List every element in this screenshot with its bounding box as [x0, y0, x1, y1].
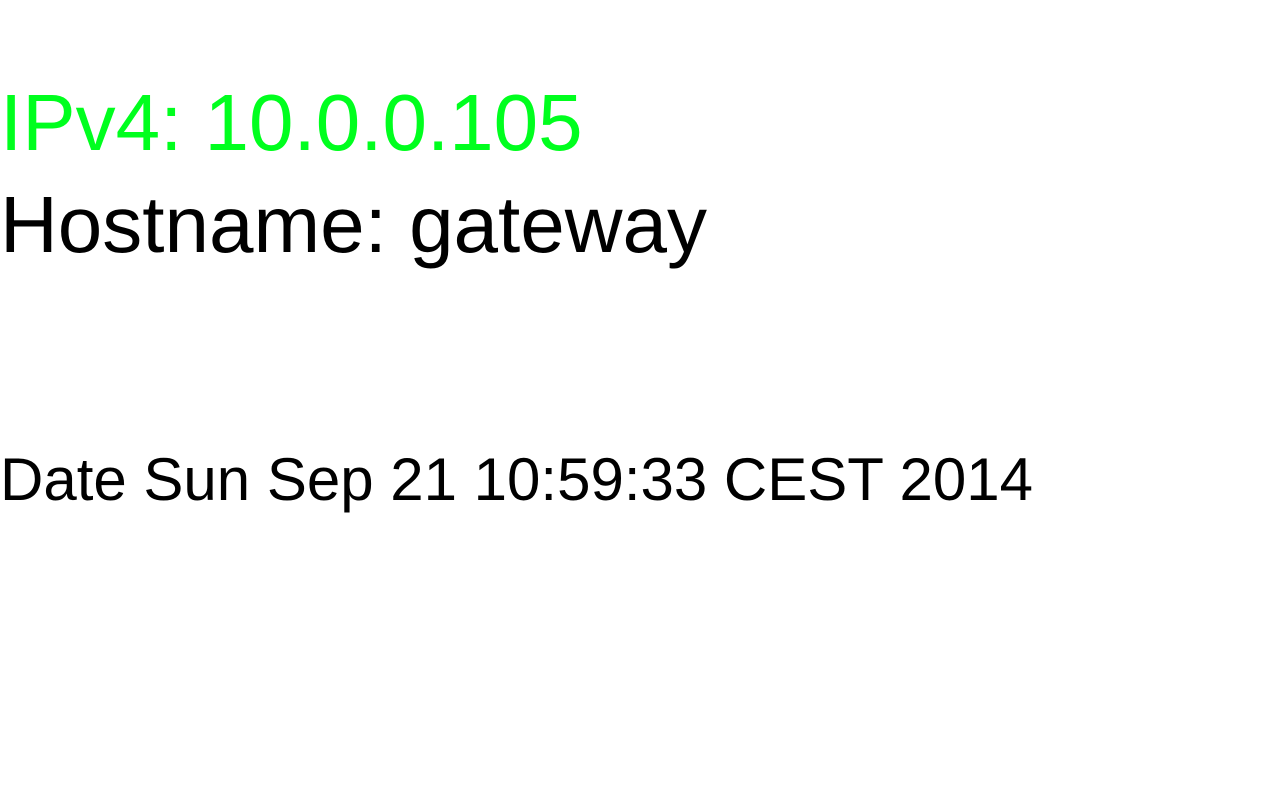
date-time: Date Sun Sep 21 10:59:33 CEST 2014 — [0, 446, 1033, 513]
ipv4-address: IPv4: 10.0.0.105 — [0, 78, 583, 167]
hostname: Hostname: gateway — [0, 180, 708, 269]
status-screen: IPv4: 10.0.0.105 Hostname: gateway Date … — [0, 0, 1280, 800]
